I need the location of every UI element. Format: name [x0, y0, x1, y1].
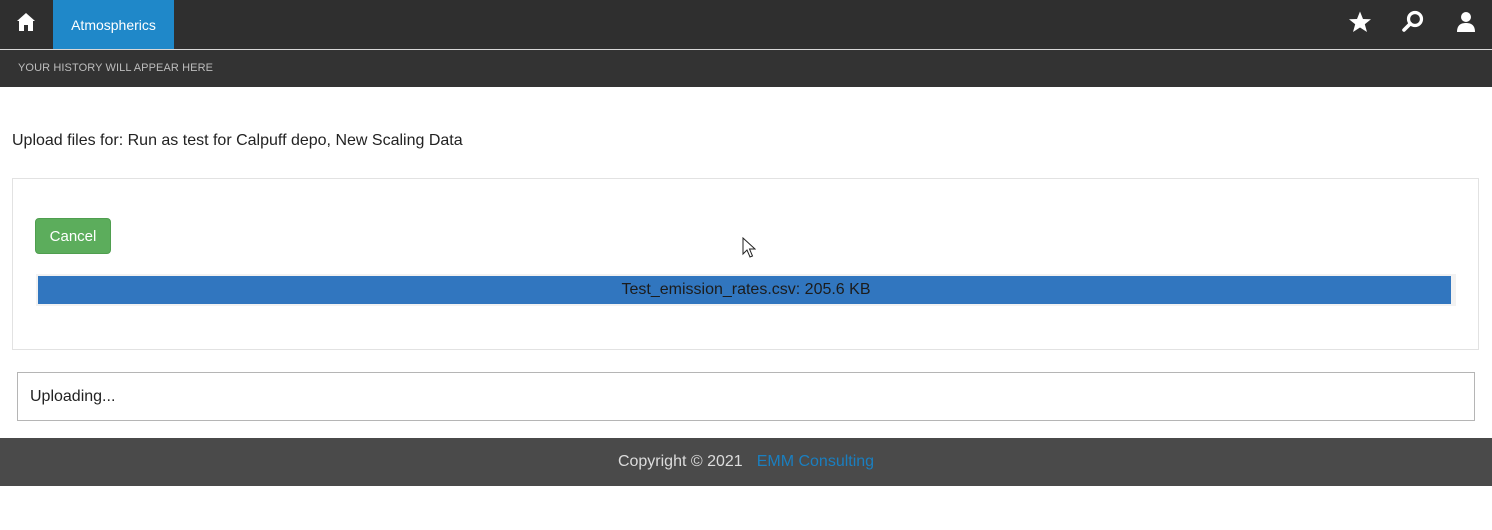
mouse-cursor-icon	[742, 236, 757, 264]
search-button[interactable]	[1386, 0, 1439, 49]
upload-status-text: Uploading...	[30, 388, 116, 405]
star-icon	[1348, 10, 1372, 39]
page-title: Upload files for: Run as test for Calpuf…	[12, 132, 463, 149]
user-icon	[1455, 11, 1477, 38]
top-navigation-bar: Atmospherics	[0, 0, 1492, 50]
home-button[interactable]	[0, 0, 52, 49]
cancel-button[interactable]: Cancel	[35, 218, 111, 254]
upload-status-box: Uploading...	[17, 372, 1475, 421]
top-right-actions	[1333, 0, 1492, 49]
tab-atmospherics[interactable]: Atmospherics	[53, 0, 174, 49]
user-account-button[interactable]	[1439, 0, 1492, 49]
emm-consulting-link[interactable]: EMM Consulting	[757, 453, 874, 471]
home-icon	[16, 12, 36, 37]
history-bar: YOUR HISTORY WILL APPEAR HERE	[0, 50, 1492, 87]
search-icon	[1401, 10, 1425, 39]
upload-panel	[12, 178, 1479, 350]
tab-label: Atmospherics	[71, 16, 156, 33]
page-footer: Copyright © 2021 EMM Consulting	[0, 438, 1492, 486]
favorites-button[interactable]	[1333, 0, 1386, 49]
upload-file-label: Test_emission_rates.csv: 205.6 KB	[621, 281, 871, 298]
copyright-text: Copyright © 2021	[617, 453, 743, 470]
history-placeholder-text: YOUR HISTORY WILL APPEAR HERE	[18, 62, 214, 74]
upload-progress-bar: Test_emission_rates.csv: 205.6 KB	[36, 274, 1456, 306]
